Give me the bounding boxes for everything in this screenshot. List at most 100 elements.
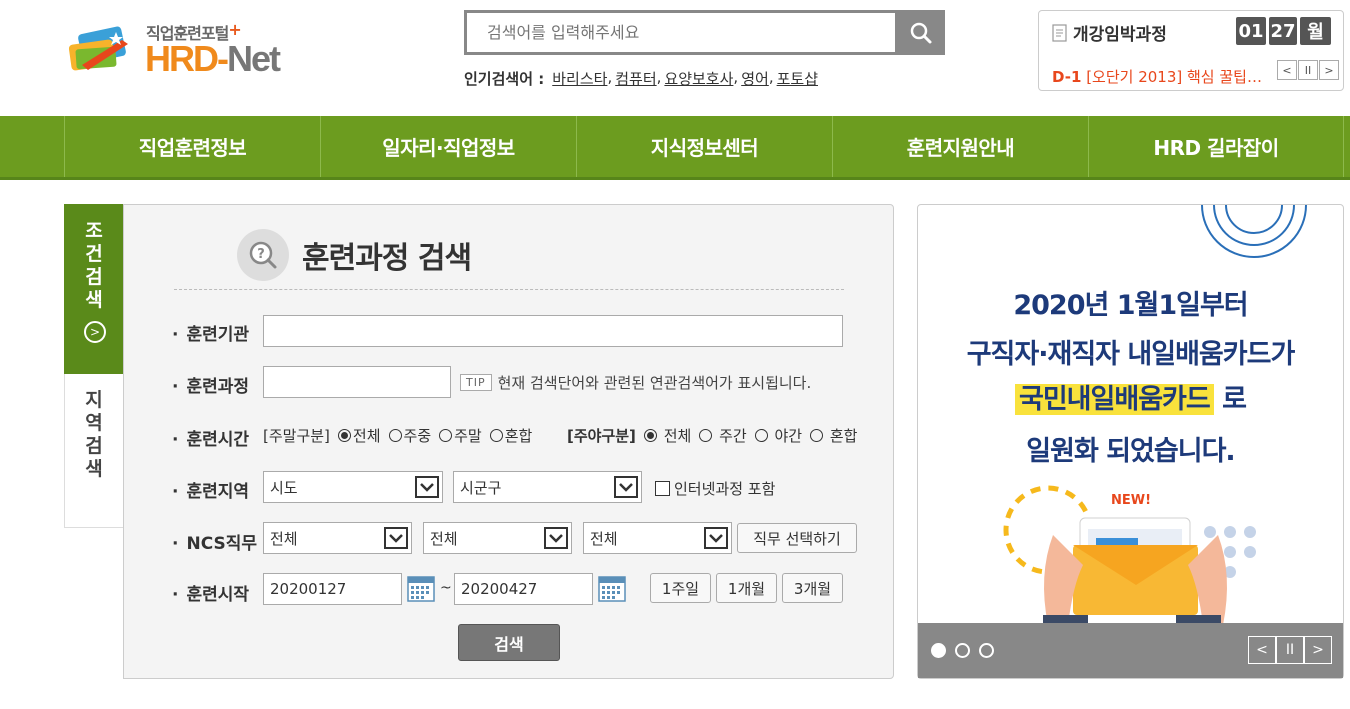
daynight-radio-night[interactable]: 야간: [754, 425, 802, 446]
daynight-radio-day[interactable]: 주간: [699, 425, 747, 446]
daynight-group-label: [주야구분]: [567, 427, 636, 445]
checkbox-icon: [655, 481, 670, 496]
promo-banner[interactable]: 2020년 1월1일부터 구직자·재직자 내일배움카드가 국민내일배움카드 로 …: [917, 204, 1344, 679]
banner-nav: < II >: [1248, 636, 1332, 664]
sigungu-select[interactable]: 시군구: [453, 471, 642, 503]
period-1week-button[interactable]: 1주일: [650, 573, 711, 603]
logo-plus: +: [228, 20, 241, 39]
panel-title: 훈련과정 검색: [302, 241, 472, 276]
tip-badge: TIP: [460, 374, 492, 391]
start-to-input[interactable]: 20200427: [454, 573, 593, 605]
daynight-radio-mixed[interactable]: 혼합: [810, 425, 857, 446]
nav-item-hrd-guide[interactable]: HRD 길라잡이: [1088, 116, 1344, 177]
site-search-button[interactable]: [897, 10, 945, 55]
banner-prev-button[interactable]: <: [1248, 636, 1276, 664]
question-search-icon: ?: [237, 229, 289, 281]
popular-term[interactable]: 요양보호사: [664, 68, 733, 89]
popular-term[interactable]: 컴퓨터: [615, 68, 656, 89]
site-search-input[interactable]: [467, 13, 895, 52]
upcoming-weekday: 월: [1300, 17, 1331, 45]
weekend-radio-mixed[interactable]: 혼합: [489, 425, 532, 446]
chevron-down-icon: [415, 476, 439, 498]
ncs-label: NCS직무: [172, 529, 257, 554]
internet-checkbox[interactable]: 인터넷과정 포함: [655, 478, 775, 499]
daynight-radio-all[interactable]: 전체: [643, 425, 691, 446]
chevron-down-icon: [544, 527, 568, 549]
weekend-group-label: [주말구분]: [263, 427, 330, 445]
period-3month-button[interactable]: 3개월: [782, 573, 843, 603]
weekend-radio-group: [주말구분] 전체 주중 주말 혼합: [263, 425, 540, 446]
banner-pause-button[interactable]: II: [1276, 636, 1304, 664]
chevron-down-icon: [384, 527, 408, 549]
upcoming-course-link[interactable]: D-1 [오단기 2013] 핵심 꿀팁…: [1052, 66, 1277, 87]
banner-new-badge: NEW!: [1111, 493, 1152, 508]
search-icon: [910, 22, 932, 43]
banner-pagination: [931, 643, 994, 658]
popular-term[interactable]: 바리스타: [552, 68, 607, 89]
upcoming-pause-button[interactable]: II: [1298, 60, 1318, 80]
time-label: 훈련시간: [172, 425, 249, 450]
region-label: 훈련지역: [172, 477, 249, 502]
main-nav: 직업훈련정보 일자리·직업정보 지식정보센터 훈련지원안내 HRD 길라잡이: [64, 116, 1344, 177]
logo-wordmark: HRD-Net: [145, 38, 281, 79]
tip-row: TIP 현재 검색단어와 관련된 연관검색어가 표시됩니다.: [460, 372, 811, 393]
org-input[interactable]: [263, 315, 843, 347]
svg-text:?: ?: [257, 247, 265, 262]
banner-highlight: 국민내일배움카드: [1015, 384, 1214, 415]
tab-region-label: 지 역 검 색: [85, 389, 103, 480]
start-label: 훈련시작: [172, 580, 249, 605]
tab-region-search[interactable]: 지 역 검 색: [64, 358, 124, 528]
org-label: 훈련기관: [172, 320, 249, 345]
ncs-select-button[interactable]: 직무 선택하기: [737, 523, 857, 553]
upcoming-prev-button[interactable]: <: [1277, 60, 1297, 80]
upcoming-controls: < II >: [1276, 60, 1339, 80]
banner-line-3: 국민내일배움카드 로: [918, 377, 1343, 416]
course-label: 훈련과정: [172, 372, 249, 397]
ncs-select-2[interactable]: 전체: [423, 522, 572, 554]
sido-select[interactable]: 시도: [263, 471, 443, 503]
banner-dot[interactable]: [979, 643, 994, 658]
popular-term[interactable]: 포토샵: [777, 68, 818, 89]
banner-dot[interactable]: [955, 643, 970, 658]
upcoming-next-button[interactable]: >: [1319, 60, 1339, 80]
nav-item-support-guide[interactable]: 훈련지원안내: [832, 116, 1088, 177]
popular-term[interactable]: 영어: [741, 68, 769, 89]
ncs-select-1[interactable]: 전체: [263, 522, 412, 554]
daynight-radio-group: [주야구분] 전체 주간 야간 혼합: [567, 425, 865, 446]
banner-line-2: 구직자·재직자 내일배움카드가: [966, 339, 1296, 370]
chevron-right-icon: >: [84, 321, 106, 343]
search-submit-button[interactable]: 검색: [458, 624, 560, 661]
tab-condition-search[interactable]: 조 건 검 색 >: [64, 204, 124, 374]
banner-controls-bar: < II >: [918, 623, 1343, 678]
document-icon: [1052, 23, 1067, 42]
banner-line-4: 일원화 되었습니다.: [1026, 436, 1235, 467]
tip-text: 현재 검색단어와 관련된 연관검색어가 표시됩니다.: [497, 374, 812, 392]
popular-searches: 인기검색어 : 바리스타, 컴퓨터, 요양보호사, 영어, 포토샵: [464, 68, 818, 89]
weekend-radio-weekend[interactable]: 주말: [439, 425, 482, 446]
tab-condition-label: 조 건 검 색: [85, 220, 103, 311]
nav-item-jobs[interactable]: 일자리·직업정보: [320, 116, 576, 177]
ncs-select-3[interactable]: 전체: [583, 522, 732, 554]
period-1month-button[interactable]: 1개월: [716, 573, 777, 603]
banner-next-button[interactable]: >: [1304, 636, 1332, 664]
divider: [174, 289, 844, 290]
course-input[interactable]: [263, 366, 451, 398]
logo-card-icon: [68, 26, 128, 71]
date-range-tilde: ~: [440, 580, 452, 596]
start-from-input[interactable]: 20200127: [263, 573, 402, 605]
chevron-down-icon: [704, 527, 728, 549]
site-search-box[interactable]: [464, 10, 898, 55]
upcoming-day: 27: [1269, 17, 1297, 45]
calendar-icon[interactable]: [598, 574, 626, 606]
nav-item-knowledge-center[interactable]: 지식정보센터: [576, 116, 832, 177]
banner-line-1: 2020년 1월1일부터: [1013, 290, 1248, 321]
upcoming-title: 개강임박과정: [1052, 20, 1167, 45]
weekend-radio-weekday[interactable]: 주중: [388, 425, 431, 446]
nav-item-training-info[interactable]: 직업훈련정보: [64, 116, 320, 177]
calendar-icon[interactable]: [407, 574, 435, 606]
banner-dot[interactable]: [931, 643, 946, 658]
weekend-radio-all[interactable]: 전체: [337, 425, 381, 446]
upcoming-month: 01: [1236, 17, 1266, 45]
dday-badge: D-1: [1052, 68, 1082, 86]
popular-label: 인기검색어 :: [464, 70, 545, 88]
